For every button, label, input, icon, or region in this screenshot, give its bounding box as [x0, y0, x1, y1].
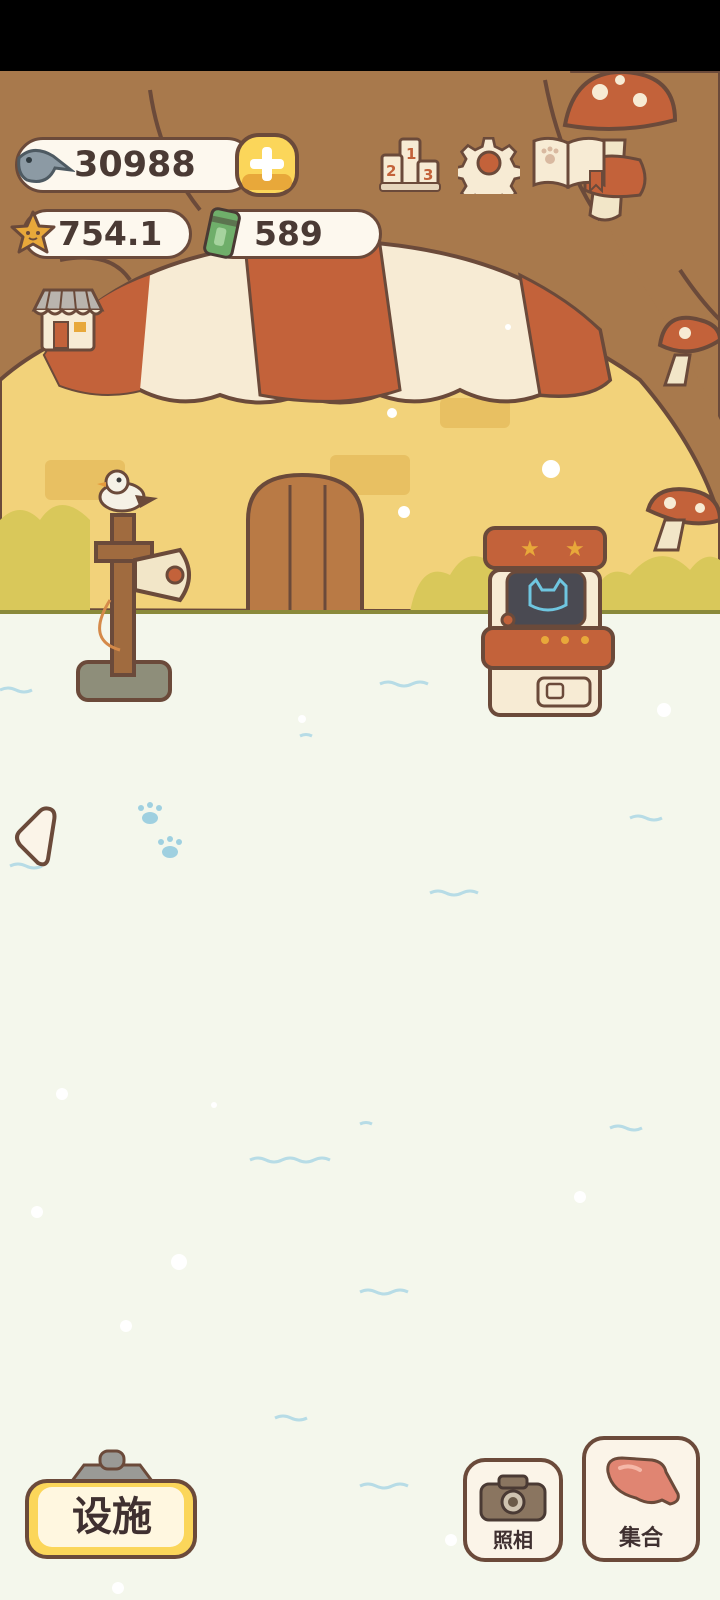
scroll-left-button[interactable]	[12, 805, 58, 869]
open-book-icon	[532, 136, 606, 194]
photo-button[interactable]: 照相	[463, 1458, 563, 1562]
svg-text:3: 3	[423, 166, 433, 184]
chevron-left-icon	[15, 806, 57, 867]
svg-text:★: ★	[565, 537, 585, 562]
shop-button[interactable]	[30, 284, 106, 356]
add-fish-button[interactable]	[234, 132, 300, 198]
fish-icon	[13, 138, 77, 194]
svg-text:2: 2	[386, 162, 396, 180]
can-count: 589	[254, 214, 323, 253]
can-icon	[196, 204, 248, 262]
plus-icon	[235, 133, 299, 197]
arcade-machine: ★ ★	[481, 526, 615, 717]
scene-artwork: ★ ★	[0, 71, 720, 1600]
svg-text:1: 1	[406, 145, 416, 163]
gather-label: 集合	[618, 1526, 663, 1551]
game-scene: ★ ★	[0, 71, 720, 1600]
podium-icon: 1 2 3	[379, 137, 441, 192]
photo-label: 照相	[493, 1528, 533, 1552]
status-bar	[0, 0, 720, 71]
fish-count: 30988	[74, 145, 196, 185]
svg-text:★: ★	[520, 537, 540, 562]
settings-button[interactable]	[453, 132, 525, 209]
camera-icon	[479, 1474, 547, 1522]
facilities-button[interactable]: 设施	[24, 1447, 200, 1562]
shop-icon	[31, 288, 105, 352]
leaderboard-button[interactable]: 1 2 3	[378, 133, 442, 193]
catalog-button[interactable]	[530, 131, 608, 195]
star-count: 754.1	[58, 214, 163, 253]
whistle-icon	[606, 1456, 680, 1506]
star-icon	[9, 209, 57, 257]
gear-icon	[453, 136, 525, 209]
facilities-label: 设施	[72, 1494, 152, 1540]
shop-door	[246, 472, 364, 614]
gather-button[interactable]: 集合	[582, 1436, 700, 1562]
